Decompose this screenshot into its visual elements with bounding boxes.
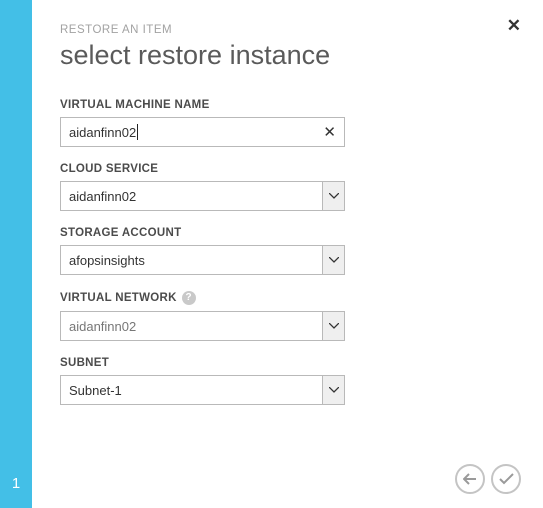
cloud-service-value: aidanfinn02	[61, 189, 322, 204]
step-sidebar: 1	[0, 0, 32, 508]
virtual-network-label: VIRTUAL NETWORK ?	[60, 291, 515, 305]
chevron-down-icon[interactable]	[322, 312, 344, 340]
page-title: select restore instance	[60, 40, 515, 71]
cloud-service-label: CLOUD SERVICE	[60, 163, 515, 175]
confirm-button[interactable]	[491, 464, 521, 494]
subnet-label: SUBNET	[60, 357, 515, 369]
vm-name-label: VIRTUAL MACHINE NAME	[60, 99, 515, 111]
storage-account-select[interactable]: afopsinsights	[60, 245, 345, 275]
storage-account-label: STORAGE ACCOUNT	[60, 227, 515, 239]
close-icon[interactable]: ✕	[507, 16, 521, 36]
storage-account-value: afopsinsights	[61, 253, 322, 268]
back-button[interactable]	[455, 464, 485, 494]
virtual-network-select[interactable]: aidanfinn02	[60, 311, 345, 341]
subnet-select[interactable]: Subnet-1	[60, 375, 345, 405]
chevron-down-icon[interactable]	[322, 246, 344, 274]
step-number: 1	[0, 475, 32, 492]
help-icon[interactable]: ?	[182, 291, 196, 305]
text-cursor	[137, 124, 138, 140]
vm-name-value: aidanfinn02	[69, 125, 136, 140]
arrow-left-icon	[463, 473, 477, 485]
check-icon	[499, 473, 514, 485]
clear-input-icon[interactable]: ✕	[323, 123, 336, 141]
chevron-down-icon[interactable]	[322, 376, 344, 404]
chevron-down-icon[interactable]	[322, 182, 344, 210]
vm-name-input[interactable]: aidanfinn02 ✕	[60, 117, 345, 147]
subnet-value: Subnet-1	[61, 383, 322, 398]
eyebrow: RESTORE AN ITEM	[60, 24, 515, 36]
virtual-network-value: aidanfinn02	[61, 319, 322, 334]
cloud-service-select[interactable]: aidanfinn02	[60, 181, 345, 211]
